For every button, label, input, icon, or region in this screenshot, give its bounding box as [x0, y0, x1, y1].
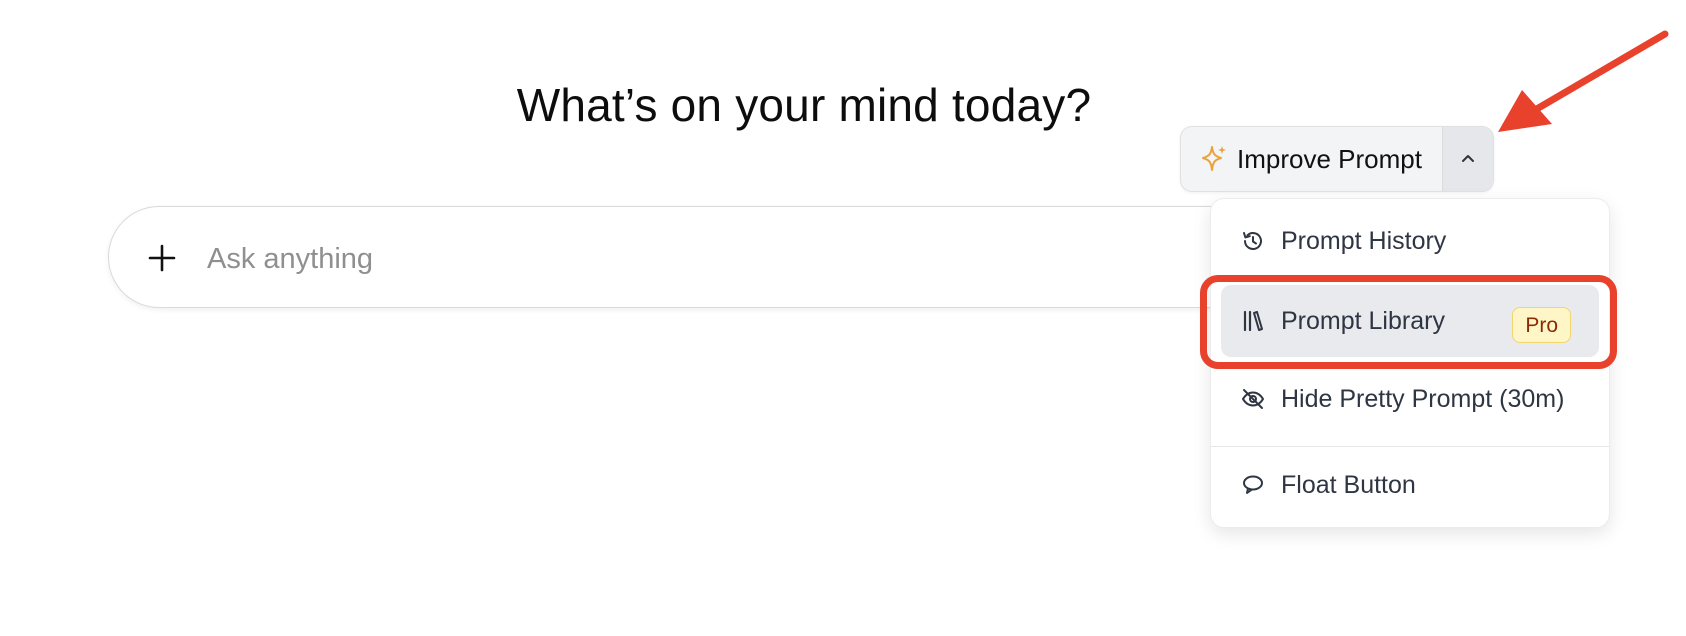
library-icon: [1239, 307, 1267, 335]
page: What’s on your mind today? Improve Promp…: [0, 0, 1686, 636]
menu-item-prompt-history[interactable]: Prompt History: [1211, 205, 1609, 277]
history-icon: [1239, 227, 1267, 255]
improve-prompt-menu-toggle[interactable]: [1442, 127, 1493, 191]
page-title: What’s on your mind today?: [516, 79, 1092, 131]
chevron-up-icon: [1461, 155, 1474, 162]
menu-item-label: Prompt History: [1281, 226, 1447, 255]
menu-item-label: Hide Pretty Prompt (30m): [1281, 384, 1565, 413]
pro-badge: Pro: [1512, 307, 1571, 343]
plus-icon: [148, 244, 176, 272]
improve-prompt-menu: Prompt History Prompt Library Pro Hide P…: [1210, 198, 1610, 528]
improve-prompt-split-button: Improve Prompt: [1180, 126, 1494, 192]
chat-bubble-icon: [1239, 471, 1267, 499]
sparkles-icon: [1202, 146, 1226, 171]
add-attachment-button[interactable]: [139, 235, 185, 281]
menu-item-label: Prompt Library: [1281, 306, 1445, 335]
menu-item-label: Float Button: [1281, 470, 1416, 499]
improve-prompt-label: Improve Prompt: [1237, 143, 1422, 174]
menu-item-prompt-library[interactable]: Prompt Library Pro: [1221, 285, 1599, 357]
menu-divider: [1211, 446, 1609, 447]
prompt-input[interactable]: [205, 237, 1259, 281]
eye-off-icon: [1239, 385, 1267, 413]
improve-prompt-button[interactable]: Improve Prompt: [1181, 127, 1443, 191]
menu-item-hide-pretty-prompt[interactable]: Hide Pretty Prompt (30m): [1211, 363, 1609, 435]
menu-item-float-button[interactable]: Float Button: [1211, 449, 1609, 521]
